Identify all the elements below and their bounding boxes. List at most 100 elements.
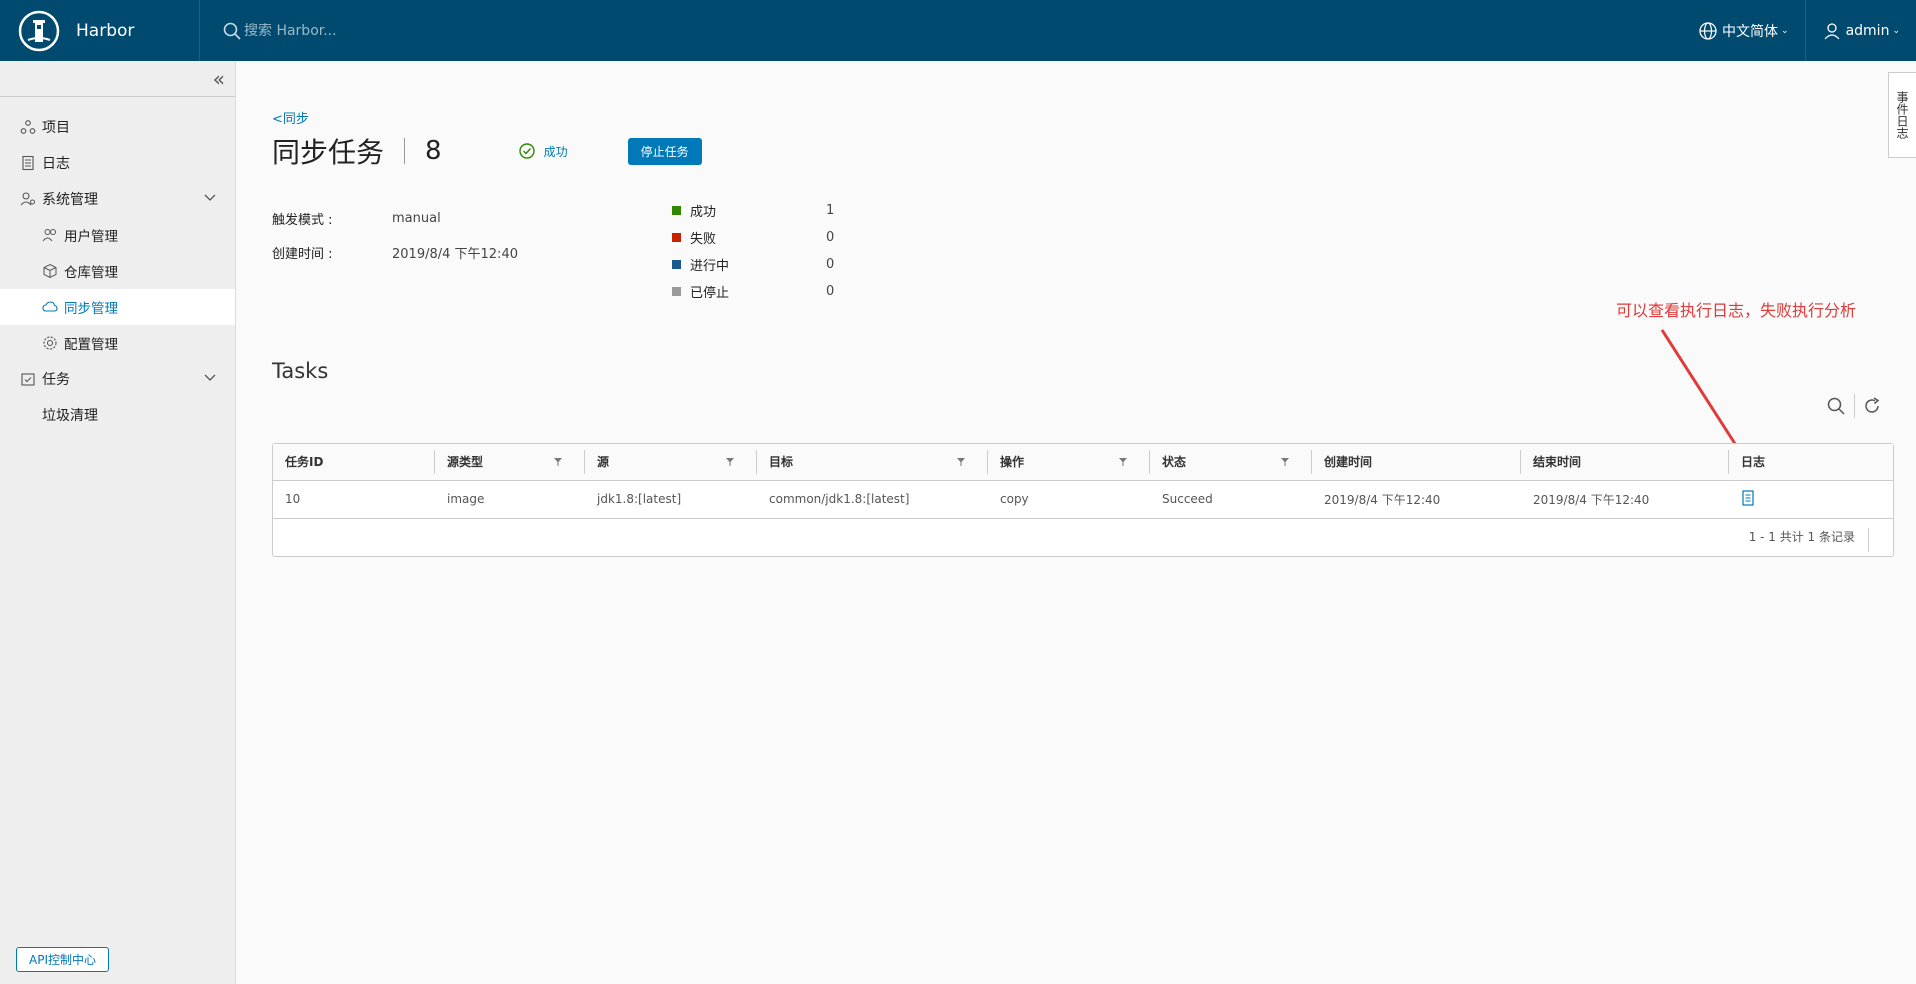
info-label: 触发模式 :: [272, 212, 333, 228]
stat-row: 已停止 0: [672, 278, 834, 305]
view-log-icon[interactable]: [1741, 489, 1755, 506]
stat-label: 失败: [690, 232, 717, 247]
stat-value: 1: [826, 203, 835, 218]
sidebar-item-label: 日志: [42, 156, 70, 172]
sidebar-item-tasks[interactable]: 任务: [0, 361, 235, 397]
column-header-logs: 日志: [1729, 444, 1893, 481]
sidebar-item-label: 垃圾清理: [42, 408, 98, 424]
log-icon: [22, 155, 34, 171]
stat-color-square: [672, 206, 681, 215]
info-value: 2019/8/4 下午12:40: [392, 246, 518, 262]
registry-icon: [43, 263, 57, 279]
column-header-task-id[interactable]: 任务ID: [273, 444, 435, 481]
table-header-row: 任务ID 源类型 源 目标 操作 状态 创建时间 结束时间 日志: [273, 444, 1893, 481]
stat-label: 成功: [690, 205, 717, 220]
cell-operation: copy: [988, 480, 1150, 519]
user-icon: [1824, 22, 1840, 39]
app-name: Harbor: [76, 20, 135, 41]
sidebar-item-projects[interactable]: 项目: [0, 109, 235, 145]
language-dropdown[interactable]: 中文简体 ⌄: [1682, 0, 1805, 61]
sidebar-item-replications[interactable]: 同步管理: [0, 289, 235, 325]
cell-destination: common/jdk1.8:[latest]: [757, 480, 988, 519]
sidebar: « 项目 日志 系统管理 用户管理 仓库管理 同步管理 配置管理 任务 垃圾清理…: [0, 61, 236, 984]
status-indicator: 成功: [518, 142, 568, 160]
cell-task-id: 10: [273, 480, 435, 519]
column-header-operation[interactable]: 操作: [988, 444, 1150, 481]
stat-row: 进行中 0: [672, 251, 834, 278]
column-header-source-type[interactable]: 源类型: [435, 444, 585, 481]
sidebar-item-gc[interactable]: 垃圾清理: [0, 397, 235, 433]
language-label: 中文简体: [1722, 23, 1779, 40]
annotation-text: 可以查看执行日志，失败执行分析: [1616, 301, 1857, 320]
stat-color-square: [672, 260, 681, 269]
sidebar-item-label: 配置管理: [64, 337, 118, 353]
stat-label: 已停止: [690, 286, 730, 301]
chevron-down-icon: ⌄: [1781, 25, 1789, 36]
column-header-creation-time[interactable]: 创建时间: [1312, 444, 1521, 481]
filter-icon[interactable]: [956, 457, 966, 467]
cell-source: jdk1.8:[latest]: [585, 480, 757, 519]
search-input[interactable]: [244, 22, 524, 39]
sidebar-item-registries[interactable]: 仓库管理: [0, 253, 235, 289]
success-check-icon: [518, 143, 535, 159]
stat-label: 进行中: [690, 259, 730, 274]
refresh-icon[interactable]: [1862, 396, 1882, 416]
pagination-summary: 1 - 1 共计 1 条记录: [1748, 530, 1855, 544]
api-center-button[interactable]: API控制中心: [16, 947, 109, 972]
cell-source-type: image: [435, 480, 585, 519]
tasks-section-title: Tasks: [272, 359, 329, 383]
cell-status: Succeed: [1150, 480, 1312, 519]
table-footer: 1 - 1 共计 1 条记录: [273, 519, 1893, 555]
task-stats: 成功 1 失败 0 进行中 0 已停止 0: [672, 197, 834, 305]
filter-icon[interactable]: [1118, 457, 1128, 467]
sidebar-item-logs[interactable]: 日志: [0, 145, 235, 181]
title-divider: [404, 138, 406, 164]
column-header-source[interactable]: 源: [585, 444, 757, 481]
footer-divider: [1868, 528, 1869, 552]
sidebar-nav: 项目 日志 系统管理 用户管理 仓库管理 同步管理 配置管理 任务 垃圾清理: [0, 97, 235, 433]
title-row: 同步任务 8 成功 停止任务: [272, 131, 702, 171]
cell-end-time: 2019/8/4 下午12:40: [1521, 480, 1729, 519]
collapse-sidebar-icon[interactable]: «: [213, 67, 225, 91]
stop-task-button[interactable]: 停止任务: [627, 137, 702, 165]
sidebar-collapse-bar: «: [0, 61, 235, 97]
sidebar-item-config[interactable]: 配置管理: [0, 325, 235, 361]
globe-icon: [1699, 21, 1717, 40]
tasks-table: 任务ID 源类型 源 目标 操作 状态 创建时间 结束时间 日志 10 imag…: [272, 443, 1894, 557]
info-row: 触发模式 : manual: [272, 201, 518, 235]
filter-icon[interactable]: [1280, 457, 1290, 467]
filter-icon[interactable]: [725, 457, 735, 467]
status-label: 成功: [543, 144, 568, 159]
global-search[interactable]: [222, 21, 524, 41]
info-label: 创建时间 :: [272, 246, 333, 262]
search-icon[interactable]: [1826, 396, 1846, 416]
sidebar-item-users[interactable]: 用户管理: [0, 217, 235, 253]
task-number: 8: [425, 136, 442, 166]
chevron-down-icon: ⌄: [1892, 25, 1900, 36]
info-row: 创建时间 : 2019/8/4 下午12:40: [272, 235, 518, 269]
stat-value: 0: [826, 257, 835, 272]
task-info: 触发模式 : manual 创建时间 : 2019/8/4 下午12:40: [272, 201, 518, 269]
event-log-tab[interactable]: 事件日志: [1888, 72, 1916, 158]
column-header-end-time[interactable]: 结束时间: [1521, 444, 1729, 481]
back-to-replication-link[interactable]: <同步: [272, 108, 309, 127]
harbor-logo-icon: [18, 10, 60, 51]
column-header-status[interactable]: 状态: [1150, 444, 1312, 481]
username: admin: [1845, 22, 1890, 39]
sidebar-item-label: 同步管理: [64, 301, 118, 317]
cell-log: [1729, 480, 1893, 519]
user-dropdown[interactable]: admin ⌄: [1806, 0, 1916, 61]
sidebar-item-label: 任务: [42, 372, 70, 388]
sidebar-item-label: 仓库管理: [64, 265, 118, 281]
brand[interactable]: Harbor: [0, 0, 200, 61]
config-icon: [43, 336, 57, 350]
stat-row: 失败 0: [672, 224, 834, 251]
column-header-destination[interactable]: 目标: [757, 444, 988, 481]
filter-icon[interactable]: [553, 457, 563, 467]
cell-creation-time: 2019/8/4 下午12:40: [1312, 480, 1521, 519]
table-row: 10 image jdk1.8:[latest] common/jdk1.8:[…: [273, 480, 1893, 519]
stat-value: 0: [826, 284, 835, 299]
sidebar-item-system-admin[interactable]: 系统管理: [0, 181, 235, 217]
top-header: Harbor 中文简体 ⌄ admin ⌄: [0, 0, 1916, 61]
stat-color-square: [672, 287, 681, 296]
